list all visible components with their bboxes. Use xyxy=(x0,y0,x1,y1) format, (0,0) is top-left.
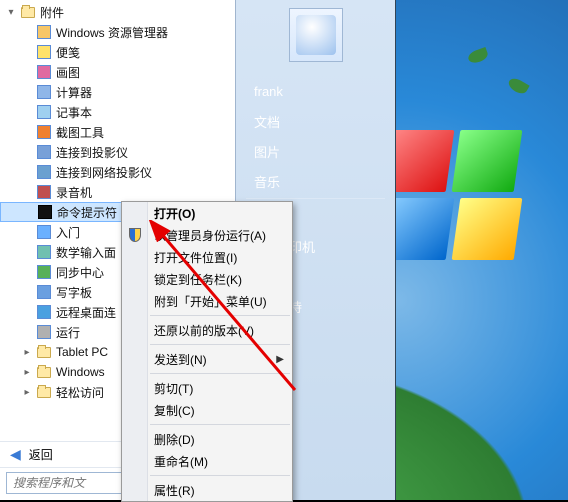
back-label: 返回 xyxy=(29,446,53,463)
math-icon xyxy=(36,244,52,260)
explorer-icon xyxy=(36,24,52,40)
accessories-label: 附件 xyxy=(40,4,64,21)
program-item[interactable]: 画图 xyxy=(0,62,235,82)
program-label: 便笺 xyxy=(56,44,80,61)
cm-open[interactable]: 打开(O) xyxy=(122,202,292,224)
folder-icon xyxy=(36,384,52,400)
folder-icon xyxy=(36,344,52,360)
program-item[interactable]: 记事本 xyxy=(0,102,235,122)
program-label: 连接到网络投影仪 xyxy=(56,164,152,181)
notepad-icon xyxy=(36,104,52,120)
program-label: 连接到投影仪 xyxy=(56,144,128,161)
cm-cut[interactable]: 剪切(T) xyxy=(122,377,292,399)
wordpad-icon xyxy=(36,284,52,300)
cmd-icon xyxy=(37,204,53,220)
collapse-icon[interactable]: ▾ xyxy=(6,7,16,18)
shield-icon xyxy=(127,227,143,243)
program-label: 同步中心 xyxy=(56,264,104,281)
expand-icon[interactable]: ▸ xyxy=(22,367,32,378)
cm-separator xyxy=(150,373,290,374)
program-item[interactable]: 连接到投影仪 xyxy=(0,142,235,162)
cm-delete[interactable]: 删除(D) xyxy=(122,428,292,450)
rdp-icon xyxy=(36,304,52,320)
folder-icon xyxy=(36,364,52,380)
program-label: 记事本 xyxy=(56,104,92,121)
right-separator xyxy=(246,198,385,199)
program-label: Tablet PC xyxy=(56,345,108,359)
right-item-music[interactable]: 音乐 xyxy=(236,166,395,196)
cm-open-location[interactable]: 打开文件位置(I) xyxy=(122,246,292,268)
right-item-documents[interactable]: 文档 xyxy=(236,106,395,136)
cm-send-to[interactable]: 发送到(N)▶ xyxy=(122,348,292,370)
program-label: 写字板 xyxy=(56,284,92,301)
cm-copy[interactable]: 复制(C) xyxy=(122,399,292,421)
accessories-folder[interactable]: ▾ 附件 xyxy=(0,2,235,22)
cm-separator xyxy=(150,315,290,316)
program-label: 远程桌面连 xyxy=(56,304,116,321)
context-menu: 打开(O) 以管理员身份运行(A) 打开文件位置(I) 锁定到任务栏(K) 附到… xyxy=(121,201,293,502)
cm-run-as-admin[interactable]: 以管理员身份运行(A) xyxy=(122,224,292,246)
user-avatar[interactable] xyxy=(289,8,343,62)
cm-properties[interactable]: 属性(R) xyxy=(122,479,292,501)
projector-icon xyxy=(36,144,52,160)
submenu-arrow-icon: ▶ xyxy=(276,354,292,365)
program-label: Windows xyxy=(56,365,105,379)
expand-icon[interactable]: ▸ xyxy=(22,387,32,398)
program-item[interactable]: Windows 资源管理器 xyxy=(0,22,235,42)
sync-icon xyxy=(36,264,52,280)
calc-icon xyxy=(36,84,52,100)
cm-restore[interactable]: 还原以前的版本(V) xyxy=(122,319,292,341)
right-item-pictures[interactable]: 图片 xyxy=(236,136,395,166)
cm-pin-start[interactable]: 附到「开始」菜单(U) xyxy=(122,290,292,312)
snip-icon xyxy=(36,124,52,140)
program-label: 画图 xyxy=(56,64,80,81)
getstarted-icon xyxy=(36,224,52,240)
paint-icon xyxy=(36,64,52,80)
cm-separator xyxy=(150,475,290,476)
cm-separator xyxy=(150,344,290,345)
program-item[interactable]: 截图工具 xyxy=(0,122,235,142)
program-label: Windows 资源管理器 xyxy=(56,24,168,41)
cm-rename[interactable]: 重命名(M) xyxy=(122,450,292,472)
run-icon xyxy=(36,324,52,340)
cm-pin-taskbar[interactable]: 锁定到任务栏(K) xyxy=(122,268,292,290)
cm-separator xyxy=(150,424,290,425)
folder-icon xyxy=(21,7,35,18)
program-label: 录音机 xyxy=(56,184,92,201)
program-label: 命令提示符 xyxy=(57,204,117,221)
sticky-icon xyxy=(36,44,52,60)
netprojector-icon xyxy=(36,164,52,180)
program-label: 数学输入面 xyxy=(56,244,116,261)
program-item[interactable]: 便笺 xyxy=(0,42,235,62)
program-item[interactable]: 连接到网络投影仪 xyxy=(0,162,235,182)
right-item-username[interactable]: frank xyxy=(236,76,395,106)
back-arrow-icon: ◀ xyxy=(10,446,21,463)
program-label: 计算器 xyxy=(56,84,92,101)
program-label: 入门 xyxy=(56,224,80,241)
expand-icon[interactable]: ▸ xyxy=(22,347,32,358)
program-item[interactable]: 计算器 xyxy=(0,82,235,102)
recorder-icon xyxy=(36,184,52,200)
program-label: 运行 xyxy=(56,324,80,341)
program-label: 截图工具 xyxy=(56,124,104,141)
program-item[interactable]: 录音机 xyxy=(0,182,235,202)
program-label: 轻松访问 xyxy=(56,384,104,401)
windows-logo xyxy=(388,130,538,290)
